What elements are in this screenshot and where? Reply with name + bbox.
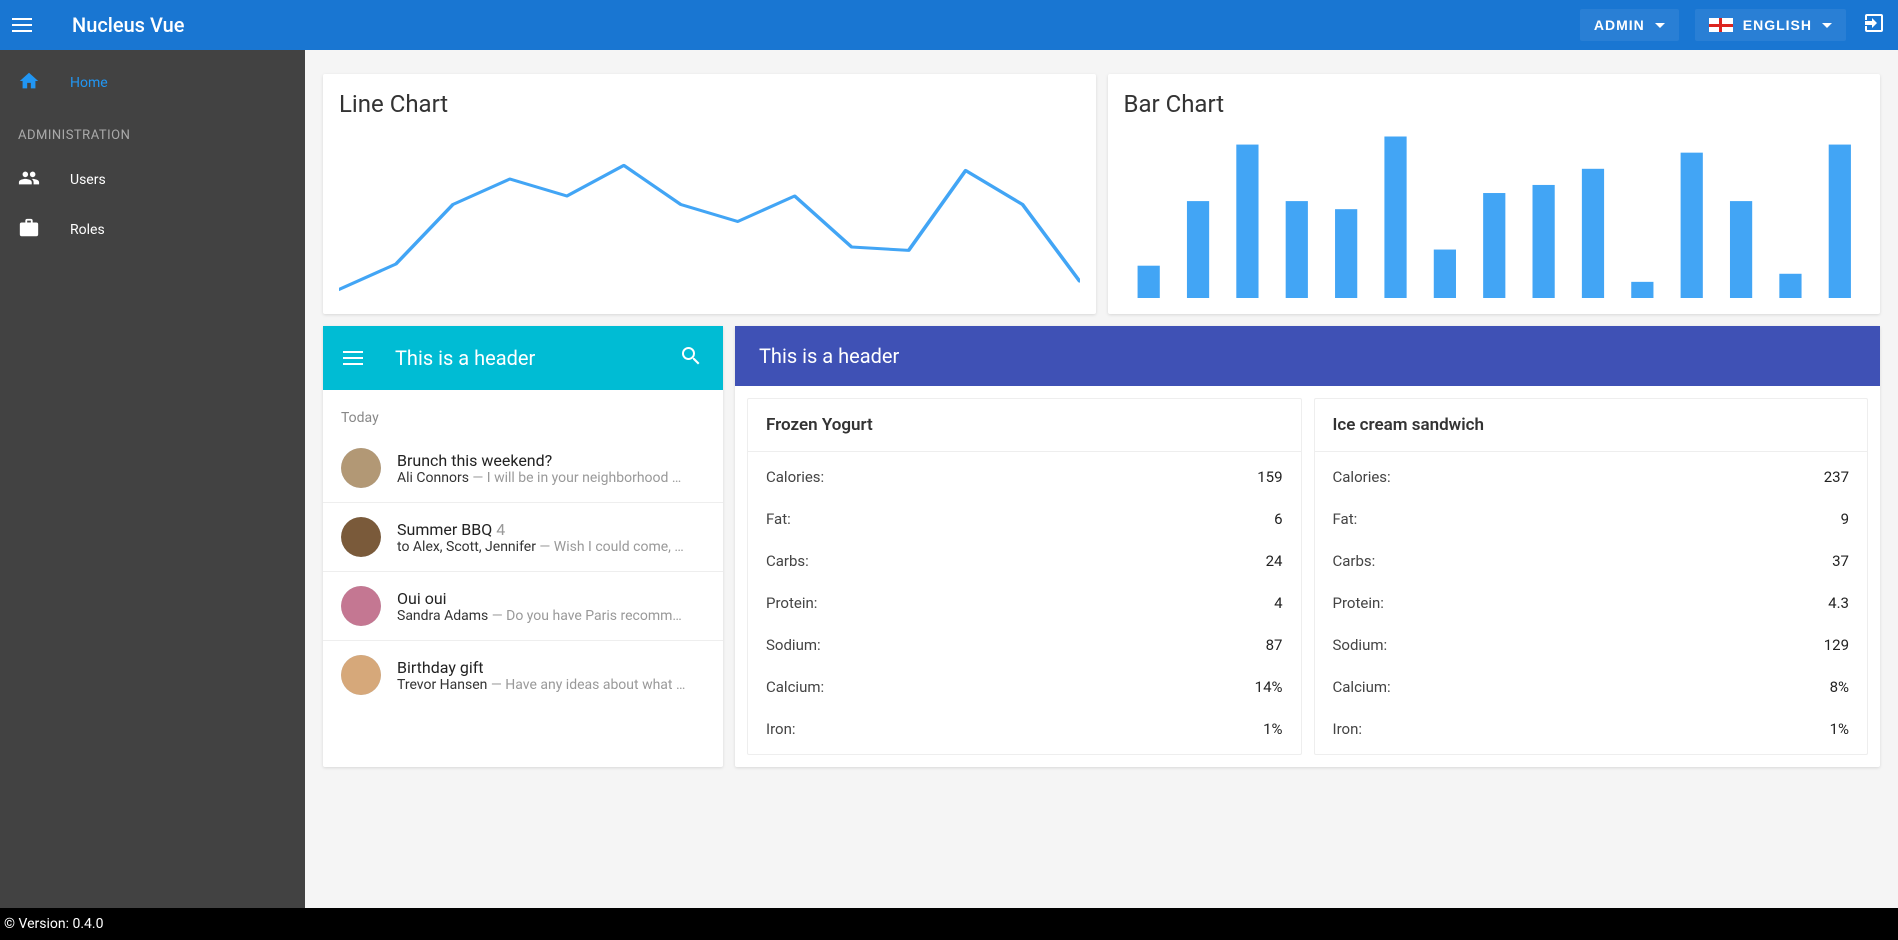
language-dropdown[interactable]: ENGLISH [1695, 9, 1846, 41]
line-chart [339, 128, 1080, 298]
brand-title: Nucleus Vue [72, 13, 184, 37]
list-text: Summer BBQ4 to Alex, Scott, Jennifer — W… [397, 520, 705, 555]
footer: © Version: 0.4.0 [0, 908, 1898, 940]
nutrition-row: Protein:4 [748, 582, 1301, 624]
language-dropdown-label: ENGLISH [1743, 17, 1812, 33]
line-chart-card: Line Chart [323, 74, 1096, 314]
nutrition-row: Calcium:14% [748, 666, 1301, 708]
nutrition-row: Carbs:37 [1315, 540, 1868, 582]
sidebar: Home ADMINISTRATION Users Roles [0, 50, 305, 908]
list-subtitle: Trevor Hansen — Have any ideas about wha… [397, 677, 705, 693]
footer-version: © Version: 0.4.0 [4, 916, 103, 932]
menu-icon[interactable] [343, 346, 367, 370]
list-title: Summer BBQ4 [397, 520, 705, 539]
messages-header: This is a header [323, 326, 723, 390]
topbar: Nucleus Vue ADMIN ENGLISH [0, 0, 1898, 50]
list-title: Oui oui [397, 589, 705, 608]
nutrition-row: Sodium:87 [748, 624, 1301, 666]
topbar-right: ADMIN ENGLISH [1580, 9, 1886, 41]
list-text: Birthday gift Trevor Hansen — Have any i… [397, 658, 705, 693]
list-subtitle: Ali Connors — I will be in your neighbor… [397, 470, 705, 486]
chevron-down-icon [1822, 23, 1832, 28]
chart-title: Bar Chart [1124, 90, 1865, 118]
flag-england-icon [1709, 18, 1733, 32]
topbar-left: Nucleus Vue [12, 13, 184, 37]
user-dropdown[interactable]: ADMIN [1580, 9, 1679, 41]
list-text: Oui oui Sandra Adams — Do you have Paris… [397, 589, 705, 624]
sidebar-item-label: Home [70, 75, 108, 91]
menu-icon[interactable] [12, 13, 36, 37]
nutrition-subcard: Ice cream sandwichCalories:237Fat:9Carbs… [1314, 398, 1869, 755]
nutrition-row: Iron:1% [1315, 708, 1868, 750]
nutrition-card: This is a header Frozen YogurtCalories:1… [735, 326, 1880, 767]
briefcase-icon [18, 217, 40, 243]
avatar [341, 655, 381, 695]
nutrition-row: Calories:159 [748, 456, 1301, 498]
nutrition-row: Iron:1% [748, 708, 1301, 750]
nutrition-row: Calcium:8% [1315, 666, 1868, 708]
list-title: Birthday gift [397, 658, 705, 677]
list-subtitle: Sandra Adams — Do you have Paris recomm… [397, 608, 705, 624]
avatar [341, 448, 381, 488]
list-item[interactable]: Brunch this weekend? Ali Connors — I wil… [323, 434, 723, 503]
chart-title: Line Chart [339, 90, 1080, 118]
avatar [341, 517, 381, 557]
messages-card: This is a header Today Brunch this weeke… [323, 326, 723, 767]
chevron-down-icon [1655, 23, 1665, 28]
nutrition-row: Fat:9 [1315, 498, 1868, 540]
list-text: Brunch this weekend? Ali Connors — I wil… [397, 451, 705, 486]
messages-header-title: This is a header [395, 346, 651, 370]
list-section-label: Today [323, 402, 723, 434]
nutrition-row: Protein:4.3 [1315, 582, 1868, 624]
list-subtitle: to Alex, Scott, Jennifer — Wish I could … [397, 539, 705, 555]
list-item[interactable]: Birthday gift Trevor Hansen — Have any i… [323, 641, 723, 709]
list-item[interactable]: Summer BBQ4 to Alex, Scott, Jennifer — W… [323, 503, 723, 572]
list-item[interactable]: Oui oui Sandra Adams — Do you have Paris… [323, 572, 723, 641]
sidebar-item-label: Roles [70, 222, 105, 238]
sidebar-item-users[interactable]: Users [0, 155, 305, 205]
sidebar-item-roles[interactable]: Roles [0, 205, 305, 255]
nutrition-subcard-title: Ice cream sandwich [1315, 399, 1868, 452]
sidebar-item-label: Users [70, 172, 106, 188]
nutrition-row: Carbs:24 [748, 540, 1301, 582]
sidebar-item-home[interactable]: Home [0, 58, 305, 108]
nutrition-row: Fat:6 [748, 498, 1301, 540]
home-icon [18, 70, 40, 96]
nutrition-row: Sodium:129 [1315, 624, 1868, 666]
list-title: Brunch this weekend? [397, 451, 705, 470]
users-icon [18, 167, 40, 193]
nutrition-row: Calories:237 [1315, 456, 1868, 498]
sidebar-section-label: ADMINISTRATION [0, 108, 305, 155]
main-content: Line Chart Bar Chart This is a header To… [305, 50, 1898, 908]
logout-icon[interactable] [1862, 11, 1886, 39]
nutrition-subcard-title: Frozen Yogurt [748, 399, 1301, 452]
nutrition-header: This is a header [735, 326, 1880, 386]
avatar [341, 586, 381, 626]
user-dropdown-label: ADMIN [1594, 17, 1645, 33]
search-icon[interactable] [679, 344, 703, 372]
bar-chart [1124, 128, 1865, 298]
nutrition-subcard: Frozen YogurtCalories:159Fat:6Carbs:24Pr… [747, 398, 1302, 755]
bar-chart-card: Bar Chart [1108, 74, 1881, 314]
